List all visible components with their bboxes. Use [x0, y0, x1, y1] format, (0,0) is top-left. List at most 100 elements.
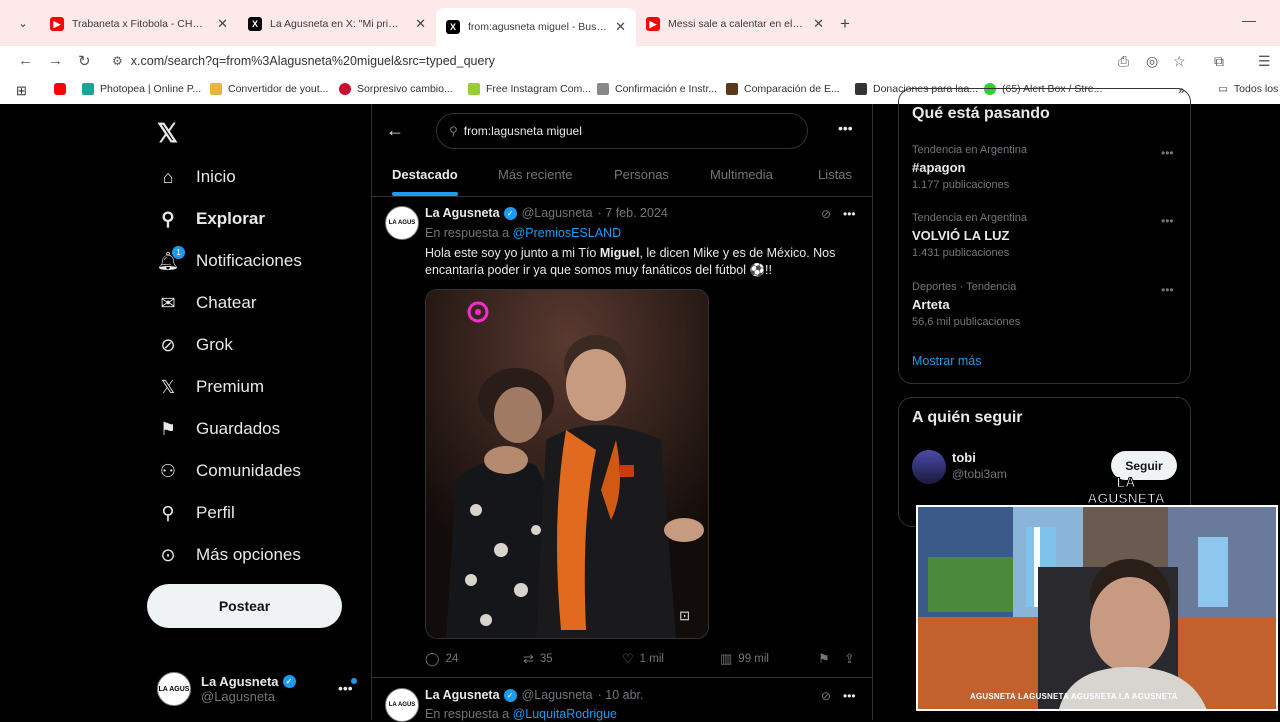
avatar: LA AGUS	[157, 672, 191, 706]
tweet-text: Hola este soy yo junto a mi Tío Miguel, …	[425, 246, 836, 277]
reply-button[interactable]: ◯ 24	[425, 651, 458, 667]
show-more-link[interactable]: Mostrar más	[912, 354, 981, 368]
share-button[interactable]: ⇪	[844, 651, 861, 667]
site-info-icon[interactable]: ⚙	[112, 54, 123, 68]
trend-name[interactable]: #apagon	[912, 160, 965, 175]
communities-icon: ⚇	[159, 460, 177, 481]
x-icon: X	[446, 20, 460, 34]
tweet-author-handle[interactable]: @Lagusneta	[522, 206, 593, 220]
follow-user-handle: @tobi3am	[952, 467, 1007, 481]
back-arrow-icon[interactable]: ←	[386, 120, 404, 141]
extensions-icon[interactable]: ⧉	[1214, 53, 1224, 70]
more-icon[interactable]: •••	[1161, 146, 1174, 160]
account-handle: @Lagusneta	[201, 689, 275, 704]
search-icon: ⚲	[161, 208, 175, 229]
close-icon[interactable]: ✕	[615, 19, 626, 35]
more-icon[interactable]: •••	[838, 120, 853, 136]
grok-icon[interactable]: ⊘	[821, 207, 831, 221]
bookmark-item[interactable]: Photopea | Online P...	[82, 83, 201, 95]
sidebar-item-inicio[interactable]: ⌂ Inicio	[157, 166, 236, 188]
more-icon[interactable]: •••	[1161, 214, 1174, 228]
tab-listas[interactable]: Listas	[818, 167, 852, 182]
reply-to-link[interactable]: @LuquitaRodrigue	[513, 707, 617, 721]
trend-name[interactable]: VOLVIÓ LA LUZ	[912, 228, 1010, 243]
tweet-divider	[372, 677, 872, 678]
apps-icon[interactable]: ⊞	[16, 83, 27, 99]
new-tab-icon[interactable]: +	[840, 14, 850, 34]
bookmark-item[interactable]: Sorpresivo cambio...	[339, 83, 453, 95]
close-icon[interactable]: ✕	[415, 16, 426, 32]
tab-destacado[interactable]: Destacado	[392, 167, 458, 182]
menu-icon[interactable]: ☰	[1258, 53, 1271, 70]
bookmark-icon: ⚑	[818, 651, 830, 666]
search-input[interactable]: ⚲ from:lagusneta miguel	[436, 113, 808, 149]
install-icon[interactable]: ⎙	[1118, 53, 1129, 70]
like-button[interactable]: ♡ 1 mil	[622, 651, 664, 667]
back-icon[interactable]: ←	[18, 52, 33, 69]
tweet-photo[interactable]: ⊡	[425, 289, 709, 639]
minimize-icon[interactable]: —	[1242, 12, 1256, 28]
browser-tab[interactable]: X La Agusneta en X: "Mi primo M ✕	[238, 8, 436, 40]
grok-icon[interactable]: ⊘	[821, 689, 831, 703]
forward-icon[interactable]: →	[48, 52, 63, 69]
tab-multimedia[interactable]: Multimedia	[710, 167, 773, 182]
views-button[interactable]: ▥ 99 mil	[720, 651, 769, 667]
account-switcher[interactable]: LA AGUS La Agusneta ✓ @Lagusneta	[157, 672, 296, 706]
eye-off-icon[interactable]: ◎	[1146, 53, 1158, 70]
retweet-button[interactable]: ⇄ 35	[523, 651, 553, 667]
youtube-bookmark-icon[interactable]	[54, 83, 72, 95]
tab-mas-reciente[interactable]: Más reciente	[498, 167, 572, 182]
folder-icon: ▭	[1218, 83, 1228, 95]
link-icon	[597, 83, 609, 95]
close-icon[interactable]: ✕	[813, 16, 824, 32]
tweet-author-handle[interactable]: @Lagusneta	[522, 688, 593, 702]
avatar[interactable]: LA AGUS	[385, 206, 419, 240]
sidebar-item-premium[interactable]: 𝕏 Premium	[157, 376, 264, 398]
tab-personas[interactable]: Personas	[614, 167, 669, 182]
bookmark-item[interactable]: Confirmación e Instr...	[597, 83, 717, 95]
tweet-date[interactable]: · 7 feb. 2024	[598, 206, 668, 220]
account-name: La Agusneta	[201, 674, 279, 689]
youtube-icon: ▶	[646, 17, 660, 31]
tweet-author-name[interactable]: La Agusneta	[425, 688, 500, 702]
donation-icon	[855, 83, 867, 95]
grok-image-icon[interactable]: ⊡	[679, 608, 690, 624]
sidebar-item-guardados[interactable]: ⚑ Guardados	[157, 418, 280, 440]
bookmark-item[interactable]: Free Instagram Com...	[468, 83, 591, 95]
sidebar-item-notificaciones[interactable]: 🔔︎ 1 Notificaciones	[157, 246, 302, 272]
more-icon[interactable]: •••	[843, 207, 856, 221]
sidebar-item-explorar[interactable]: ⚲ Explorar	[157, 208, 265, 230]
tweet-author-name[interactable]: La Agusneta	[425, 206, 500, 220]
bookmark-folder[interactable]: ▭ Todos los	[1218, 83, 1278, 95]
sidebar-item-comunidades[interactable]: ⚇ Comunidades	[157, 460, 301, 482]
post-button[interactable]: Postear	[147, 584, 342, 628]
more-icon[interactable]: •••	[1161, 283, 1174, 297]
browser-tab[interactable]: ▶ Trabaneta x Fitobola - CHUPETE ✕	[40, 8, 238, 40]
avatar[interactable]: LA AGUS	[385, 688, 419, 722]
close-icon[interactable]: ✕	[217, 16, 228, 32]
reply-to-link[interactable]: @PremiosESLAND	[513, 226, 622, 240]
bookmark-item[interactable]: Convertidor de yout...	[210, 83, 328, 95]
more-icon[interactable]: •••	[843, 689, 856, 703]
trend-name[interactable]: Arteta	[912, 297, 950, 312]
browser-tab[interactable]: ▶ Messi sale a calentar en el 53 ✕	[636, 8, 834, 40]
x-logo-icon[interactable]: 𝕏	[157, 118, 178, 149]
trend-count: 1.177 publicaciones	[912, 179, 1010, 191]
star-icon[interactable]: ☆	[1173, 53, 1186, 70]
sidebar-item-perfil[interactable]: ⚲ Perfil	[157, 502, 234, 524]
sidebar-item-chatear[interactable]: ✉ Chatear	[157, 292, 256, 314]
reply-context: En respuesta a @LuquitaRodrigue	[425, 707, 617, 721]
sidebar-item-mas-opciones[interactable]: ⊙ Más opciones	[157, 544, 300, 566]
tab-search-icon[interactable]: ⌄	[10, 12, 36, 34]
browser-tab-bar: ⌄ ▶ Trabaneta x Fitobola - CHUPETE ✕ X L…	[0, 0, 1280, 46]
reload-icon[interactable]: ↻	[78, 52, 91, 70]
bookmark-button[interactable]: ⚑	[818, 651, 836, 667]
sidebar-item-grok[interactable]: ⊘ Grok	[157, 334, 232, 356]
avatar[interactable]	[912, 450, 946, 484]
follow-user-name[interactable]: tobi	[952, 450, 976, 465]
url-field[interactable]: ⚙ x.com/search?q=from%3Alagusneta%20migu…	[108, 48, 1208, 74]
bookmark-item[interactable]: Comparación de E...	[726, 83, 840, 95]
tweet-date[interactable]: · 10 abr.	[598, 688, 644, 702]
webcam-image	[918, 507, 1276, 709]
browser-tab-active[interactable]: X from:agusneta miguel - Buscar ✕	[436, 8, 636, 46]
